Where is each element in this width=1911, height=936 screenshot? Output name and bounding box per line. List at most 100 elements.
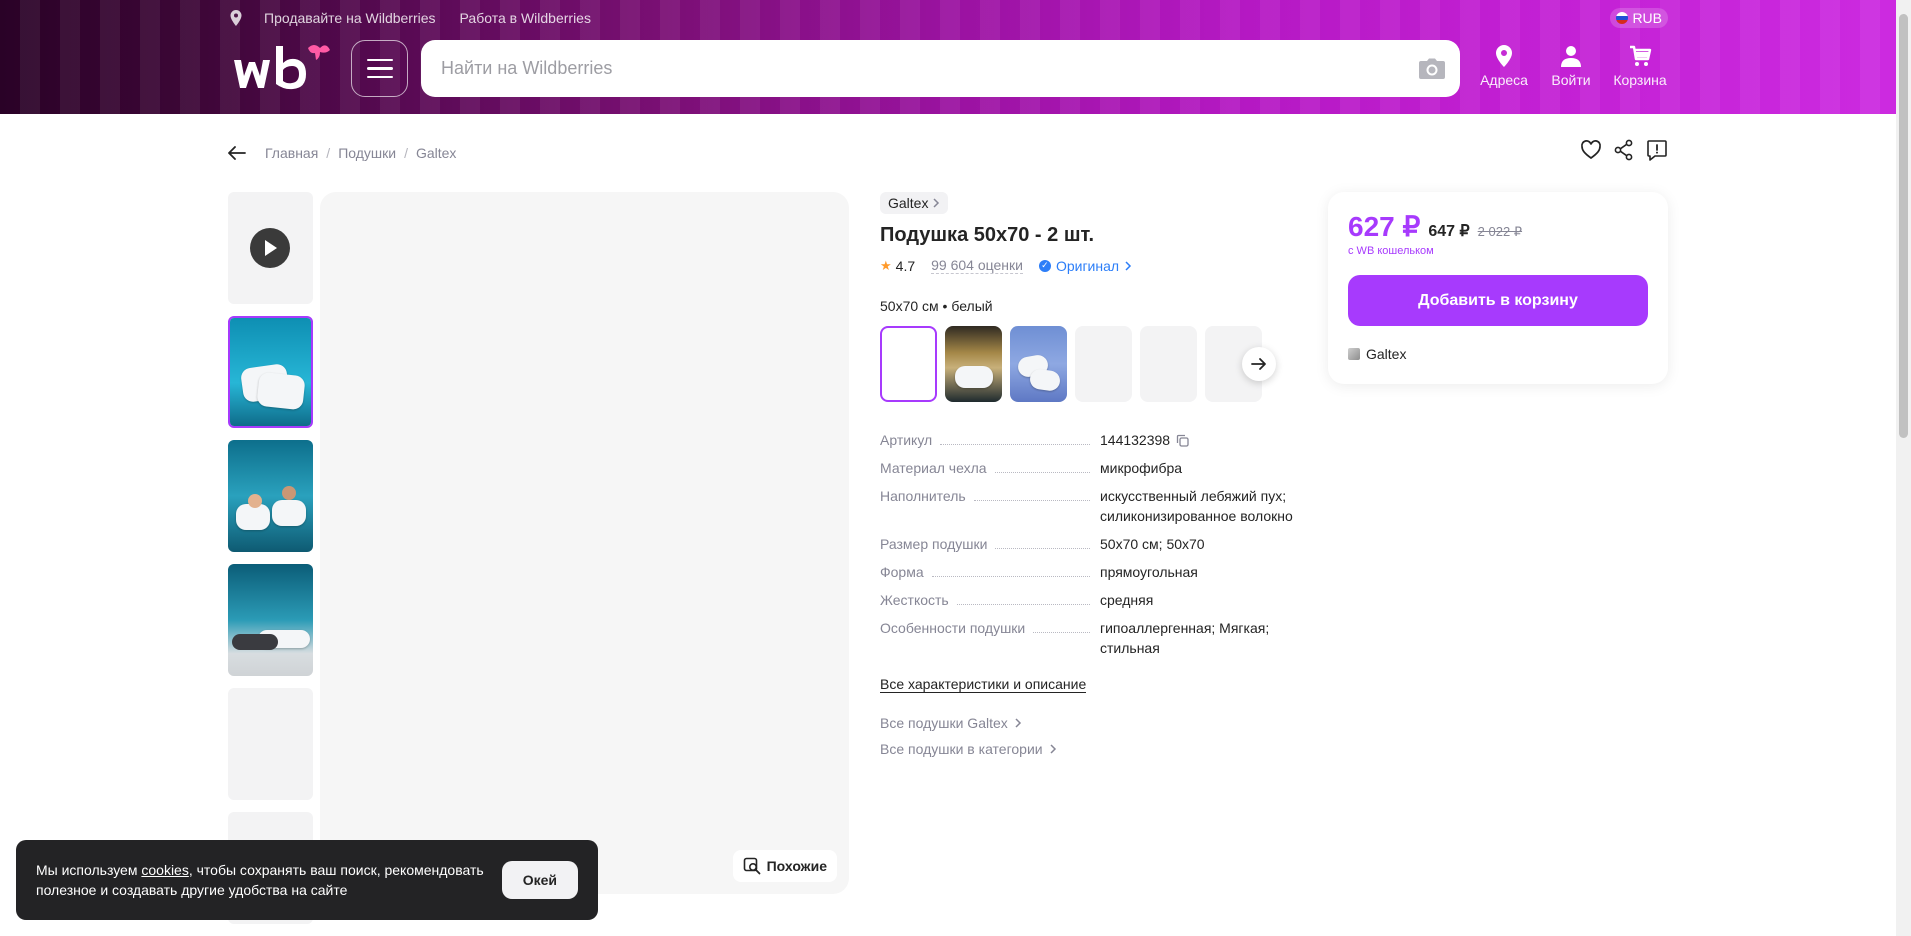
currency-switch[interactable]: RUB — [1610, 8, 1668, 28]
swatches-next-button[interactable] — [1242, 347, 1276, 381]
similar-button[interactable]: Похожие — [732, 850, 837, 882]
cookie-text-start: Мы используем — [36, 862, 142, 878]
arrow-left-icon[interactable] — [228, 146, 246, 160]
product-info: Galtex Подушка 50x70 - 2 шт. ★ 4.7 99 60… — [880, 192, 1300, 757]
report-icon[interactable] — [1646, 139, 1668, 161]
similar-label: Похожие — [766, 858, 827, 874]
location-pin-icon — [1496, 45, 1512, 67]
spec-value: гипоаллергенная; Мягкая; стильная — [1100, 620, 1270, 656]
cookie-ok-button[interactable]: Окей — [501, 861, 578, 899]
wallet-note[interactable]: с WB кошельком — [1348, 245, 1648, 257]
reviews-link[interactable]: 99 604 оценки — [931, 257, 1023, 274]
all-specs-link[interactable]: Все характеристики и описание — [880, 676, 1087, 693]
arrow-right-icon — [1251, 358, 1266, 370]
price-card: 627 ₽ 647 ₽ 2 022 ₽ с WB кошельком Добав… — [1328, 192, 1668, 384]
spec-name: Наполнитель — [880, 486, 974, 506]
search-bar — [421, 40, 1460, 97]
spec-name: Размер подушки — [880, 534, 996, 554]
rating-value: 4.7 — [895, 257, 916, 274]
spec-row: Материал чехла микрофибра — [880, 458, 1300, 478]
breadcrumb-item-home[interactable]: Главная — [265, 145, 318, 161]
login-button[interactable]: Войти — [1541, 44, 1601, 88]
chevron-right-icon — [933, 198, 940, 208]
sell-on-wb-link[interactable]: Продавайте на Wildberries — [264, 10, 436, 26]
variant-swatch[interactable] — [880, 326, 937, 402]
brand-pillows-link[interactable]: Все подушки Galtex — [880, 715, 1300, 731]
location-pin-icon[interactable] — [228, 9, 244, 27]
main-product-image[interactable]: Похожие — [320, 192, 849, 894]
camera-search-icon[interactable] — [1418, 58, 1446, 80]
spec-value: прямоугольная — [1100, 564, 1198, 580]
spec-value: микрофибра — [1100, 460, 1183, 476]
breadcrumb-item-pillows[interactable]: Подушки — [338, 145, 396, 161]
image-thumbnail[interactable] — [228, 564, 313, 676]
product-rating: ★ 4.7 99 604 оценки ✓ Оригинал — [880, 257, 1300, 274]
search-input[interactable] — [421, 40, 1418, 97]
variant-swatch[interactable] — [945, 326, 1002, 402]
breadcrumb-separator: / — [326, 145, 331, 161]
spec-row: Особенности подушки гипоаллергенная; Мяг… — [880, 618, 1300, 658]
spec-name: Артикул — [880, 430, 941, 450]
couple-photo — [228, 440, 313, 552]
menu-button[interactable] — [351, 40, 408, 97]
seller-link[interactable]: Galtex — [1348, 346, 1648, 362]
breadcrumb-item-brand[interactable]: Galtex — [416, 145, 456, 161]
spec-name: Жесткость — [880, 590, 957, 610]
user-icon — [1561, 46, 1581, 67]
variant-swatches — [880, 326, 1280, 402]
share-icon[interactable] — [1614, 139, 1634, 161]
cookies-link[interactable]: cookies — [141, 862, 188, 878]
spec-row: Артикул 144132398 — [880, 430, 1300, 450]
heart-icon[interactable] — [1580, 139, 1602, 161]
image-thumbnail[interactable] — [228, 316, 313, 428]
addresses-label: Адреса — [1480, 72, 1528, 88]
spec-row: Форма прямоугольная — [880, 562, 1300, 582]
chevron-right-icon — [1015, 718, 1021, 728]
add-to-cart-button[interactable]: Добавить в корзину — [1348, 275, 1648, 326]
page-scrollbar[interactable] — [1896, 0, 1911, 936]
spec-value: 50x70 см; 50x70 — [1100, 536, 1205, 552]
addresses-button[interactable]: Адреса — [1474, 44, 1534, 88]
seller-logo-icon — [1348, 348, 1360, 360]
wallet-price: 627 ₽ — [1348, 211, 1421, 242]
spec-name: Форма — [880, 562, 932, 582]
brand-pillows-label: Все подушки Galtex — [880, 715, 1008, 731]
wildberries-logo[interactable] — [228, 38, 332, 98]
spec-list: Артикул 144132398 Материал чехла микрофи… — [880, 430, 1300, 658]
spec-value: средняя — [1100, 592, 1154, 608]
header-topline: Продавайте на Wildberries Работа в Wildb… — [228, 8, 1668, 28]
original-badge[interactable]: ✓ Оригинал — [1038, 258, 1132, 274]
video-thumbnail[interactable] — [228, 192, 313, 304]
article-number: 144132398 — [1100, 432, 1171, 448]
variant-swatch[interactable] — [1010, 326, 1067, 402]
search-similar-icon — [743, 857, 761, 875]
price-block: 627 ₽ 647 ₽ 2 022 ₽ — [1348, 210, 1648, 243]
job-at-wb-link[interactable]: Работа в Wildberries — [460, 10, 591, 26]
spec-row: Размер подушки 50x70 см; 50x70 — [880, 534, 1300, 554]
spec-value: искусственный лебяжий пух; силиконизиров… — [1100, 488, 1293, 524]
spec-name: Особенности подушки — [880, 618, 1034, 638]
variant-swatch[interactable] — [1140, 326, 1197, 402]
star-icon: ★ — [880, 257, 892, 273]
copy-icon[interactable] — [1176, 434, 1189, 447]
variant-label: 50x70 см • белый — [880, 298, 993, 314]
image-thumbnail[interactable] — [228, 440, 313, 552]
image-thumbnail[interactable] — [228, 688, 313, 800]
scrollbar-thumb[interactable] — [1899, 14, 1908, 438]
cart-icon — [1630, 45, 1652, 66]
category-pillows-link[interactable]: Все подушки в категории — [880, 741, 1300, 757]
regular-price: 647 ₽ — [1428, 223, 1470, 240]
russia-flag-icon — [1616, 12, 1629, 24]
spec-row: Наполнитель искусственный лебяжий пух; с… — [880, 486, 1300, 526]
variant-swatch[interactable] — [1075, 326, 1132, 402]
product-title: Подушка 50x70 - 2 шт. — [880, 224, 1095, 246]
chevron-right-icon — [1125, 260, 1132, 271]
pillows-photo — [230, 318, 311, 426]
play-icon — [250, 228, 290, 268]
cart-button[interactable]: Корзина — [1610, 44, 1670, 88]
brand-link[interactable]: Galtex — [880, 192, 949, 214]
chevron-right-icon — [1050, 744, 1056, 754]
seller-name: Galtex — [1366, 346, 1407, 362]
check-icon: ✓ — [1038, 259, 1051, 272]
sleeping-person-photo — [228, 564, 313, 676]
